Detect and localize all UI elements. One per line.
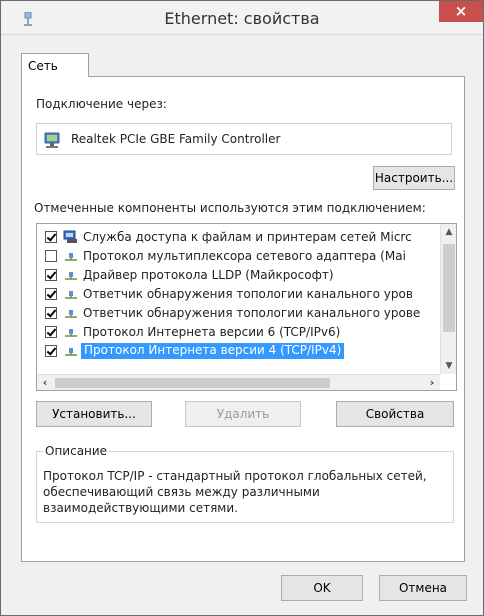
tab-panel-network: Подключение через: Realtek PCIe GBE Fami… [21,76,465,562]
protocol-icon [65,253,77,261]
component-label: Ответчик обнаружения топологии канальног… [83,287,413,301]
properties-button-label: Свойства [365,407,425,421]
component-label: Драйвер протокола LLDP (Майкрософт) [83,268,334,282]
scroll-left-icon[interactable]: ‹ [37,375,53,390]
scroll-right-icon[interactable]: › [424,375,440,390]
title-bar[interactable]: Ethernet: свойства × [1,1,483,35]
install-button-label: Установить... [52,407,136,421]
adapter-name: Realtek PCIe GBE Family Controller [71,132,281,146]
cancel-button[interactable]: Отмена [379,575,467,601]
close-button[interactable]: × [439,1,483,22]
ok-button[interactable]: OK [281,575,363,601]
install-button[interactable]: Установить... [36,401,152,427]
properties-button[interactable]: Свойства [336,401,454,427]
protocol-icon [65,348,77,356]
protocol-icon [65,310,77,318]
scroll-down-icon[interactable]: ▼ [441,358,456,374]
cancel-button-label: Отмена [398,581,448,595]
list-item[interactable]: Драйвер протокола LLDP (Майкрософт) [37,266,439,284]
component-label: Служба доступа к файлам и принтерам сете… [83,230,412,244]
horizontal-scrollbar[interactable]: ‹ › [37,374,440,390]
vertical-scroll-thumb[interactable] [443,244,455,332]
protocol-icon [65,272,77,280]
component-checkbox[interactable] [45,269,57,281]
protocol-icon [65,329,77,337]
component-checkbox[interactable] [45,250,57,262]
component-checkbox[interactable] [45,345,57,357]
window-title: Ethernet: свойства [164,9,320,28]
list-item[interactable]: Ответчик обнаружения топологии канальног… [37,285,439,303]
remove-button-label: Удалить [216,407,270,421]
description-group: Описание Протокол TCP/IP - стандартный п… [36,444,454,523]
description-title: Описание [43,444,110,458]
components-list[interactable]: Служба доступа к файлам и принтерам сете… [36,223,457,391]
file-printer-sharing-icon [63,230,77,243]
configure-button-label: Настроить... [374,171,454,185]
network-card-icon [44,132,60,148]
component-label: Протокол Интернета версии 6 (TCP/IPv6) [83,325,341,339]
configure-button[interactable]: Настроить... [373,166,455,190]
connect-using-label: Подключение через: [36,97,167,111]
list-item[interactable]: Ответчик обнаружения топологии канальног… [37,304,439,322]
vertical-scrollbar[interactable]: ▲ ▼ [440,224,456,374]
adapter-box: Realtek PCIe GBE Family Controller [36,123,452,155]
components-label: Отмеченные компоненты используются этим … [34,201,426,215]
remove-button[interactable]: Удалить [185,401,301,427]
list-item[interactable]: Служба доступа к файлам и принтерам сете… [37,228,439,246]
component-label: Протокол Интернета версии 4 (TCP/IPv4) [81,343,345,359]
component-label: Ответчик обнаружения топологии канальног… [83,306,421,320]
component-checkbox[interactable] [45,307,57,319]
horizontal-scroll-thumb[interactable] [55,378,330,388]
component-label: Протокол мультиплексора сетевого адаптер… [83,249,406,263]
component-checkbox[interactable] [45,288,57,300]
component-checkbox[interactable] [45,231,57,243]
scroll-up-icon[interactable]: ▲ [441,224,456,240]
list-item[interactable]: Протокол Интернета версии 6 (TCP/IPv6) [37,323,439,341]
properties-window: Ethernet: свойства × Сеть Подключение че… [0,0,484,616]
list-item[interactable]: Протокол мультиплексора сетевого адаптер… [37,247,439,265]
list-item[interactable]: Протокол Интернета версии 4 (TCP/IPv4) [37,342,439,360]
protocol-icon [65,291,77,299]
component-checkbox[interactable] [45,326,57,338]
ok-button-label: OK [313,581,331,595]
tab-network[interactable]: Сеть [21,53,89,77]
description-text: Протокол TCP/IP - стандартный протокол г… [43,469,427,515]
